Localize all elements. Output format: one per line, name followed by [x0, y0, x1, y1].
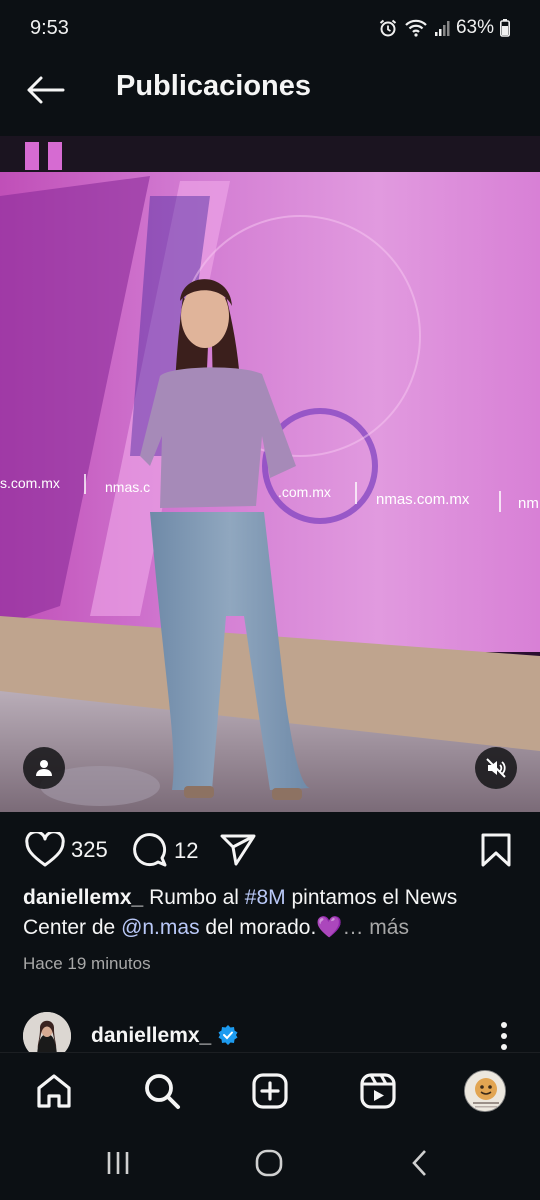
status-time: 9:53: [30, 17, 69, 39]
wall-signage-3: .com.mx: [278, 484, 331, 500]
chevron-left-icon: [412, 1150, 426, 1176]
nav-search[interactable]: [140, 1069, 184, 1113]
recent-apps-icon: [107, 1152, 129, 1174]
page-title: Publicaciones: [116, 70, 312, 102]
arrow-left-icon: [27, 76, 65, 104]
status-icons: 63%: [378, 17, 510, 39]
home-icon: [37, 1074, 71, 1108]
speaker-muted-icon: [486, 758, 506, 778]
nav-profile[interactable]: [463, 1069, 507, 1113]
nav-home[interactable]: [32, 1069, 76, 1113]
comment-button[interactable]: 12: [130, 832, 198, 870]
like-button[interactable]: 325: [25, 832, 108, 868]
alarm-icon: [378, 18, 398, 38]
post-timestamp: Hace 19 minutos: [23, 954, 151, 973]
comment-count[interactable]: 12: [174, 838, 198, 864]
paper-plane-icon: [220, 834, 256, 866]
share-button[interactable]: [219, 832, 257, 873]
back-system-button[interactable]: [400, 1146, 440, 1180]
wall-signage-2: nmas.c: [105, 479, 150, 495]
status-bar: 9:53 63%: [0, 0, 540, 58]
next-post-username[interactable]: daniellemx_: [91, 1024, 211, 1048]
heart-icon: [25, 832, 65, 867]
wall-signage-4: nmas.com.mx: [376, 491, 470, 508]
battery-icon: [500, 19, 510, 37]
reels-icon: [360, 1073, 396, 1109]
signal-icon: [434, 19, 450, 37]
caption-hashtag[interactable]: #8M: [245, 886, 286, 909]
more-vertical-icon: [501, 1022, 507, 1050]
person-icon: [36, 760, 52, 776]
battery-level: 63%: [455, 17, 494, 38]
post-image[interactable]: s.com.mx nmas.c .com.mx nmas.com.mx nm: [0, 136, 540, 812]
mute-button[interactable]: [475, 747, 517, 789]
caption-text-1: Rumbo al: [143, 886, 245, 909]
search-icon: [145, 1074, 180, 1109]
wall-signage-1: s.com.mx: [0, 475, 60, 491]
like-count[interactable]: 325: [71, 837, 108, 863]
options-button[interactable]: [492, 1020, 516, 1054]
create-icon: [252, 1073, 288, 1109]
save-button[interactable]: [480, 832, 512, 873]
next-post-header: daniellemx_: [0, 1010, 540, 1060]
recent-apps-button[interactable]: [98, 1146, 138, 1180]
post-photo: s.com.mx nmas.c .com.mx nmas.com.mx nm: [0, 136, 540, 812]
caption-mention[interactable]: @n.mas: [121, 916, 200, 939]
comment-icon: [133, 833, 167, 867]
profile-avatar: [464, 1070, 506, 1112]
system-nav-bar: [0, 1128, 540, 1200]
home-circle-icon: [255, 1149, 283, 1177]
caption-username[interactable]: daniellemx_: [23, 886, 143, 909]
tagged-people-button[interactable]: [23, 747, 65, 789]
verified-badge: [217, 1024, 239, 1051]
bottom-nav: [0, 1052, 540, 1128]
caption-text-3: del morado.💜: [199, 916, 343, 939]
bookmark-icon: [481, 833, 511, 867]
nav-create[interactable]: [248, 1069, 292, 1113]
nav-reels[interactable]: [356, 1069, 400, 1113]
wall-signage-5: nm: [518, 495, 539, 512]
verified-icon: [218, 1025, 238, 1045]
wifi-icon: [404, 18, 428, 38]
post-caption: daniellemx_ Rumbo al #8M pintamos el New…: [23, 883, 523, 943]
caption-more-link[interactable]: … más: [342, 916, 409, 939]
post-actions: 325 12: [0, 826, 540, 876]
app-header: Publicaciones: [0, 58, 540, 136]
back-button[interactable]: [22, 70, 68, 110]
home-system-button[interactable]: [249, 1146, 289, 1180]
